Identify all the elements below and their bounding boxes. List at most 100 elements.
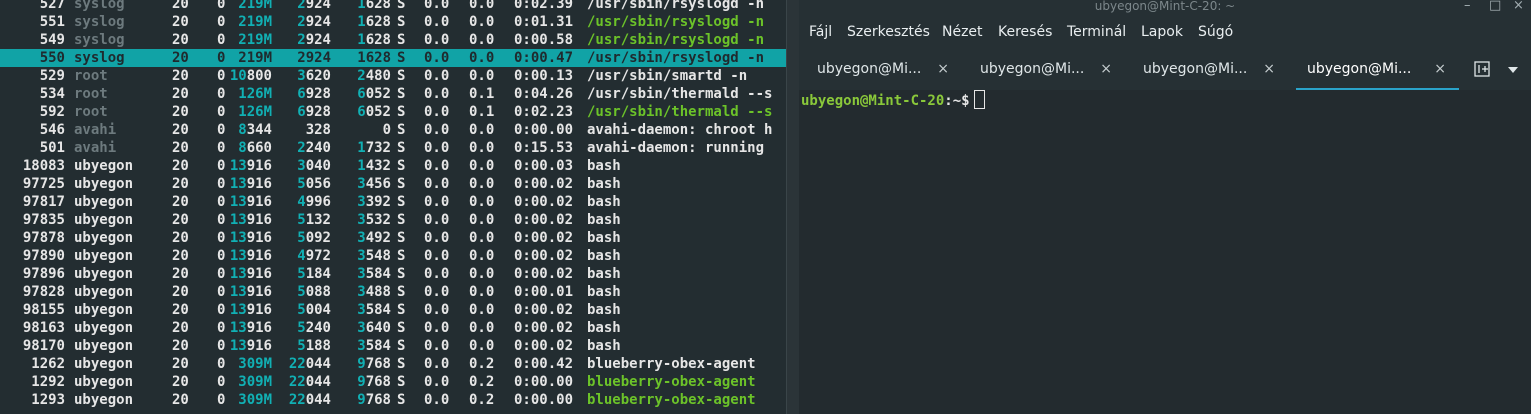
process-row[interactable]: 98155 ubyegon 20 0 13916 5004 3584 S 0.0 0.0 0:00.…	[0, 301, 786, 319]
process-pid: 1262	[31, 356, 65, 372]
tab-3[interactable]: ubyegon@Mi... ×	[1125, 52, 1288, 88]
tab-1[interactable]: ubyegon@Mi... ×	[799, 52, 962, 88]
process-time: 0:00.47	[514, 50, 574, 66]
process-virt: 13916	[229, 230, 272, 246]
process-mem: 0.0	[469, 0, 495, 12]
process-row[interactable]: 549 syslog 20 0 219M 2924 1628 S 0.0 0.0 0:00.58/u…	[0, 31, 786, 49]
tab-4-active[interactable]: ubyegon@Mi... ×	[1296, 52, 1459, 90]
process-virt: 13916	[229, 248, 272, 264]
process-virt: 219M	[238, 50, 272, 66]
process-row[interactable]: 501 avahi 20 0 8660 2240 1732 S 0.0 0.0 0:15.53 ava…	[0, 139, 786, 157]
process-pri: 20	[172, 122, 189, 138]
menu-help[interactable]: Súgó	[1198, 24, 1233, 40]
process-virt: 13916	[229, 320, 272, 336]
process-row[interactable]: 97890 ubyegon 20 0 13916 4972 3548 S 0.0 0.0 0:00.…	[0, 247, 786, 265]
process-row[interactable]: 97725 ubyegon 20 0 13916 5056 3456 S 0.0 0.0 0:00.…	[0, 175, 786, 193]
process-virt: 309M	[238, 392, 272, 408]
terminal-console[interactable]: ubyegon@Mint-C-20:~$	[799, 90, 1531, 414]
maximize-button[interactable]: □	[1489, 0, 1501, 13]
process-shr: 9768	[357, 392, 391, 408]
tab-2[interactable]: ubyegon@Mi... ×	[962, 52, 1125, 88]
process-row-selected[interactable]: 550 syslog 20 0 219M 2924 1628 S 0.0 0.0 0:00.47/u…	[0, 49, 786, 67]
process-row[interactable]: 97817 ubyegon 20 0 13916 4996 3392 S 0.0 0.0 0:00.…	[0, 193, 786, 211]
menu-tabs[interactable]: Lapok	[1141, 24, 1183, 40]
process-cpu: 0.0	[424, 50, 450, 66]
process-row[interactable]: 592 root 20 0 126M 6928 6052 S 0.0 0.1 0:02.23/usr…	[0, 103, 786, 121]
process-row[interactable]: 97835 ubyegon 20 0 13916 5132 3532 S 0.0 0.0 0:00.…	[0, 211, 786, 229]
tab-label: ubyegon@Mi...	[1307, 61, 1412, 77]
process-row[interactable]: 546 avahi 20 0 8344 328 0 S 0.0 0.0 0:00.00 avahi-d…	[0, 121, 786, 139]
process-pid: 527	[39, 0, 65, 12]
close-button[interactable]: ×	[1513, 0, 1524, 13]
menu-search[interactable]: Keresés	[998, 24, 1052, 40]
menu-view[interactable]: Nézet	[942, 24, 983, 40]
process-pri: 20	[172, 248, 189, 264]
process-row[interactable]: 534 root 20 0 126M 6928 6052 S 0.0 0.1 0:04.26/usr…	[0, 85, 786, 103]
process-cpu: 0.0	[424, 212, 450, 228]
process-shr: 3584	[357, 302, 391, 318]
process-mem: 0.0	[469, 302, 495, 318]
process-row[interactable]: 97828 ubyegon 20 0 13916 5088 3488 S 0.0 0.0 0:00.…	[0, 283, 786, 301]
close-icon[interactable]: ×	[1100, 61, 1112, 77]
process-virt: 13916	[229, 284, 272, 300]
process-pri: 20	[172, 176, 189, 192]
process-shr: 6052	[357, 104, 391, 120]
process-pri: 20	[172, 320, 189, 336]
close-icon[interactable]: ×	[1434, 61, 1446, 77]
process-s: S	[397, 140, 406, 156]
process-cmd: avahi-daemon: chroot h	[587, 122, 773, 138]
pane-divider[interactable]	[786, 0, 800, 414]
title-bar[interactable]: ubyegon@Mint-C-20: ~ – □ ×	[799, 0, 1531, 14]
process-res: 6928	[297, 104, 331, 120]
process-row[interactable]: 1262 ubyegon 20 0 309M 22044 9768 S 0.0 0.2 0:00.4…	[0, 355, 786, 373]
htop-process-list[interactable]: 527 syslog 20 0 219M 2924 1628 S 0.0 0.0 0:02.39/u…	[0, 0, 786, 414]
process-row[interactable]: 18083 ubyegon 20 0 13916 3040 1432 S 0.0 0.0 0:00.…	[0, 157, 786, 175]
process-mem: 0.0	[469, 230, 495, 246]
tab-label: ubyegon@Mi...	[980, 61, 1085, 77]
menu-edit[interactable]: Szerkesztés	[847, 24, 930, 40]
process-time: 0:00.02	[514, 212, 574, 228]
process-cmd: bash	[587, 302, 621, 318]
process-time: 0:00.02	[514, 248, 574, 264]
process-mem: 0.0	[469, 248, 495, 264]
prompt-path: :~$	[944, 93, 970, 109]
window-title: ubyegon@Mint-C-20: ~	[1094, 0, 1236, 13]
process-cmd: blueberry-obex-agent	[587, 356, 756, 372]
process-res: 5088	[297, 284, 331, 300]
process-row[interactable]: 98170 ubyegon 20 0 13916 5188 3584 S 0.0 0.0 0:00.…	[0, 337, 786, 355]
menu-bar: Fájl Szerkesztés Nézet Keresés Terminál …	[799, 20, 1531, 48]
process-cpu: 0.0	[424, 320, 450, 336]
process-row[interactable]: 97878 ubyegon 20 0 13916 5092 3492 S 0.0 0.0 0:00.…	[0, 229, 786, 247]
process-row[interactable]: 529 root 20 0 10800 3620 2480 S 0.0 0.0 0:00.13/us…	[0, 67, 786, 85]
process-row[interactable]: 1293 ubyegon 20 0 309M 22044 9768 S 0.0 0.2 0:00.0…	[0, 391, 786, 409]
process-pri: 20	[172, 194, 189, 210]
process-s: S	[397, 284, 406, 300]
process-row[interactable]: 551 syslog 20 0 219M 2924 1628 S 0.0 0.0 0:01.31/u…	[0, 13, 786, 31]
shell-prompt: ubyegon@Mint-C-20:~$	[801, 90, 985, 111]
new-tab-icon[interactable]	[1473, 58, 1493, 80]
process-s: S	[397, 230, 406, 246]
process-cpu: 0.0	[424, 266, 450, 282]
process-cpu: 0.0	[424, 230, 450, 246]
chevron-down-icon[interactable]	[1507, 60, 1519, 79]
process-pid: 529	[39, 68, 65, 84]
process-shr: 3532	[357, 212, 391, 228]
process-shr: 1628	[357, 0, 391, 12]
minimize-button[interactable]: –	[1464, 0, 1471, 13]
close-icon[interactable]: ×	[937, 61, 949, 77]
close-icon[interactable]: ×	[1263, 61, 1275, 77]
process-mem: 0.0	[469, 266, 495, 282]
process-row[interactable]: 527 syslog 20 0 219M 2924 1628 S 0.0 0.0 0:02.39/u…	[0, 0, 786, 13]
process-s: S	[397, 0, 406, 12]
menu-file[interactable]: Fájl	[809, 24, 832, 40]
process-row[interactable]: 98163 ubyegon 20 0 13916 5240 3640 S 0.0 0.0 0:00.…	[0, 319, 786, 337]
process-pri: 20	[172, 14, 189, 30]
process-cmd: bash	[587, 176, 621, 192]
process-shr: 3488	[357, 284, 391, 300]
process-row[interactable]: 1292 ubyegon 20 0 309M 22044 9768 S 0.0 0.2 0:00.0…	[0, 373, 786, 391]
process-cmd: bash	[587, 320, 621, 336]
process-row[interactable]: 97896 ubyegon 20 0 13916 5184 3584 S 0.0 0.0 0:00.…	[0, 265, 786, 283]
menu-terminal[interactable]: Terminál	[1067, 24, 1126, 40]
process-s: S	[397, 374, 406, 390]
process-time: 0:00.02	[514, 320, 574, 336]
